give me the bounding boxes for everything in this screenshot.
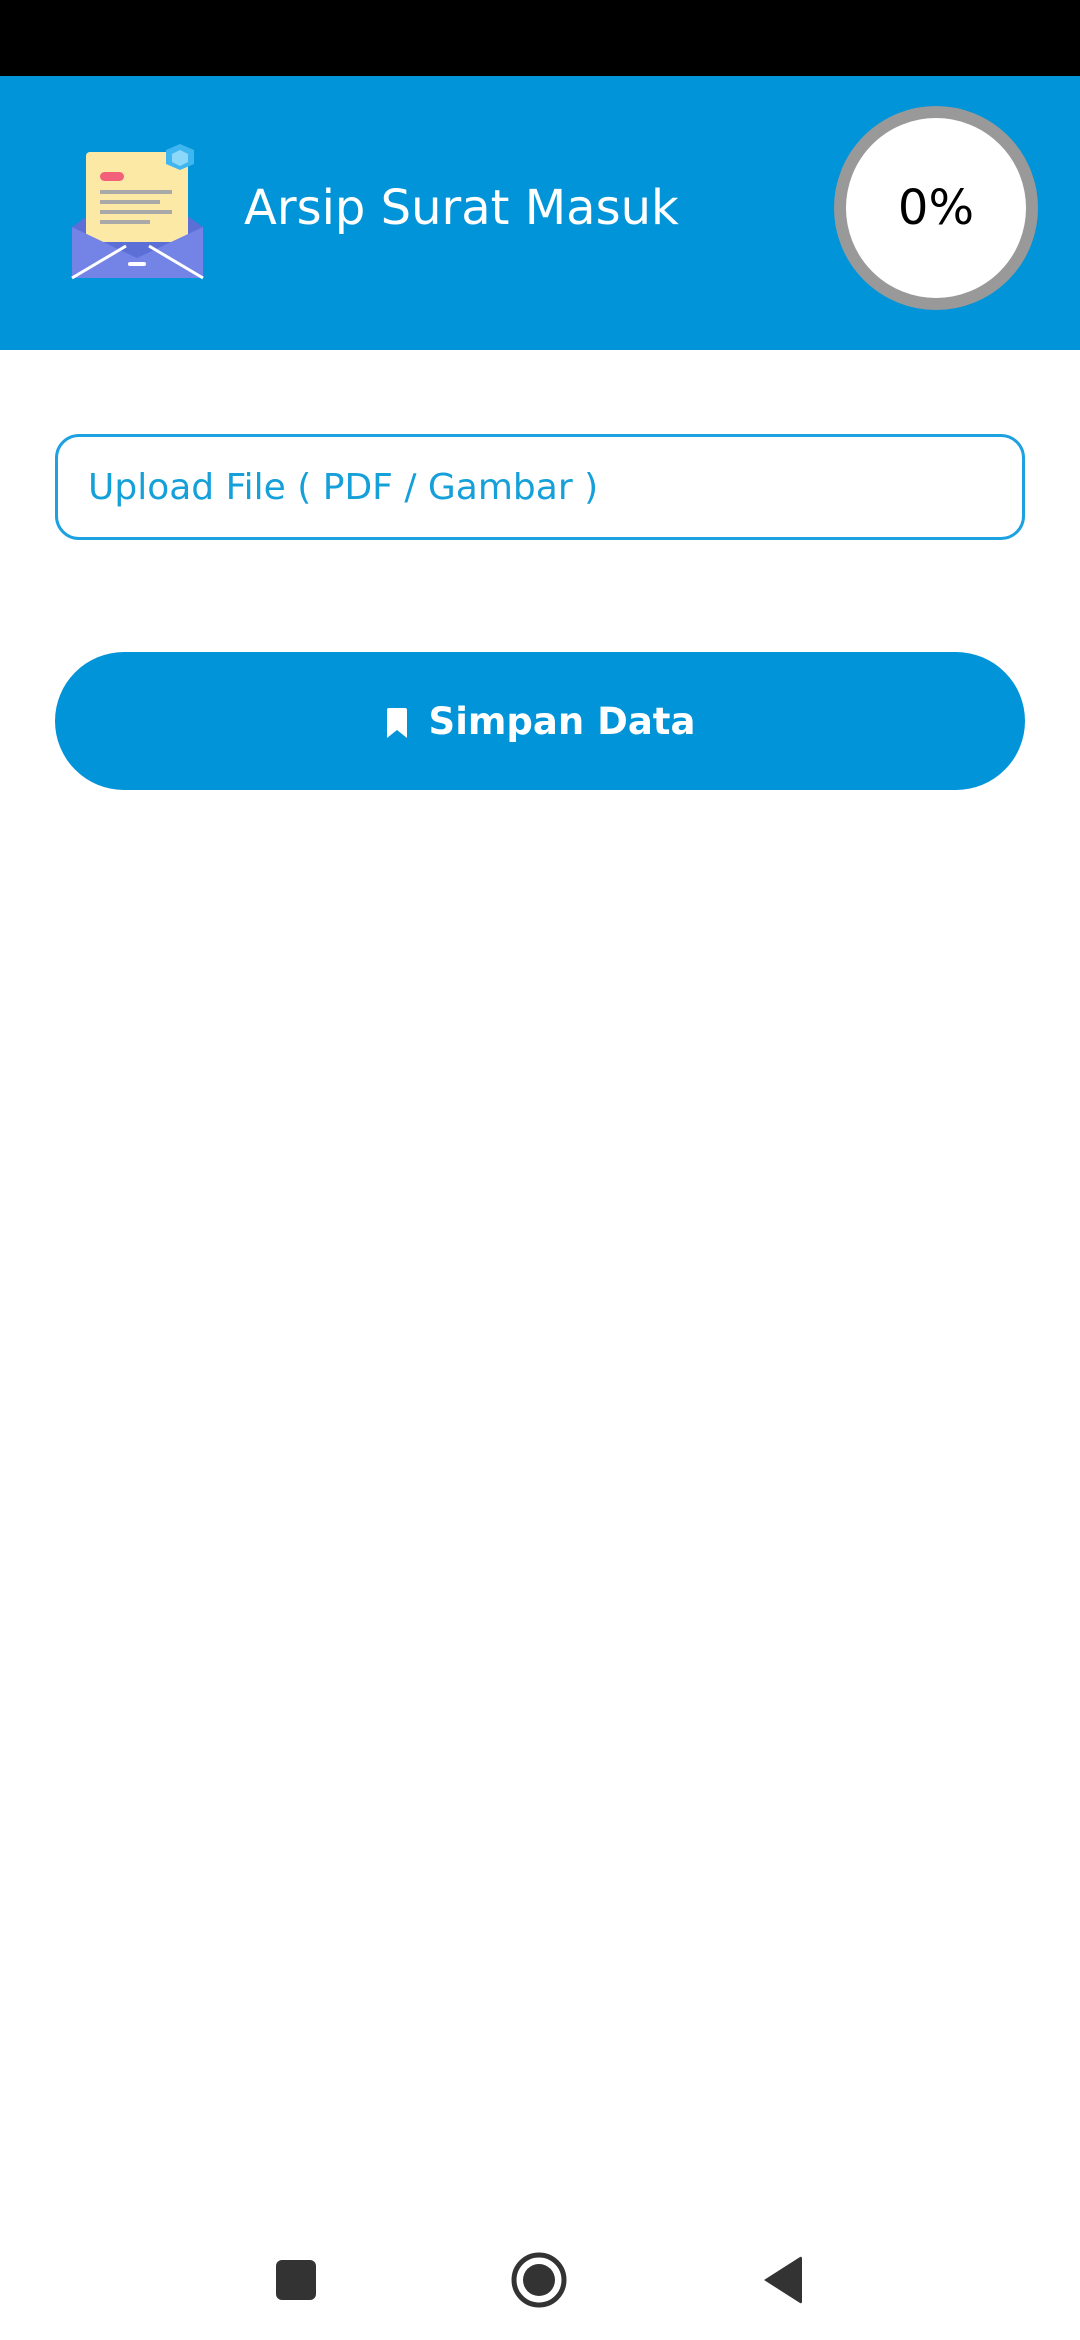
open-envelope-letter-icon bbox=[71, 144, 204, 280]
back-button[interactable] bbox=[750, 2248, 814, 2312]
square-icon bbox=[276, 2260, 316, 2300]
save-data-label: Simpan Data bbox=[428, 699, 696, 743]
bookmark-icon bbox=[386, 708, 407, 738]
page-title: Arsip Surat Masuk bbox=[244, 180, 679, 236]
upload-file-placeholder: Upload File ( PDF / Gambar ) bbox=[88, 466, 599, 508]
system-navigation-bar bbox=[0, 2220, 1080, 2340]
save-data-button[interactable]: Simpan Data bbox=[55, 652, 1025, 790]
circle-home-icon bbox=[511, 2252, 567, 2308]
recents-button[interactable] bbox=[264, 2248, 328, 2312]
triangle-back-icon bbox=[764, 2256, 802, 2304]
upload-progress-indicator: 0% bbox=[834, 106, 1038, 310]
home-button[interactable] bbox=[507, 2248, 571, 2312]
status-bar bbox=[0, 0, 1080, 76]
app-header: Arsip Surat Masuk 0% bbox=[0, 76, 1080, 350]
upload-file-field[interactable]: Upload File ( PDF / Gambar ) bbox=[55, 434, 1025, 540]
progress-percent-text: 0% bbox=[897, 180, 975, 236]
